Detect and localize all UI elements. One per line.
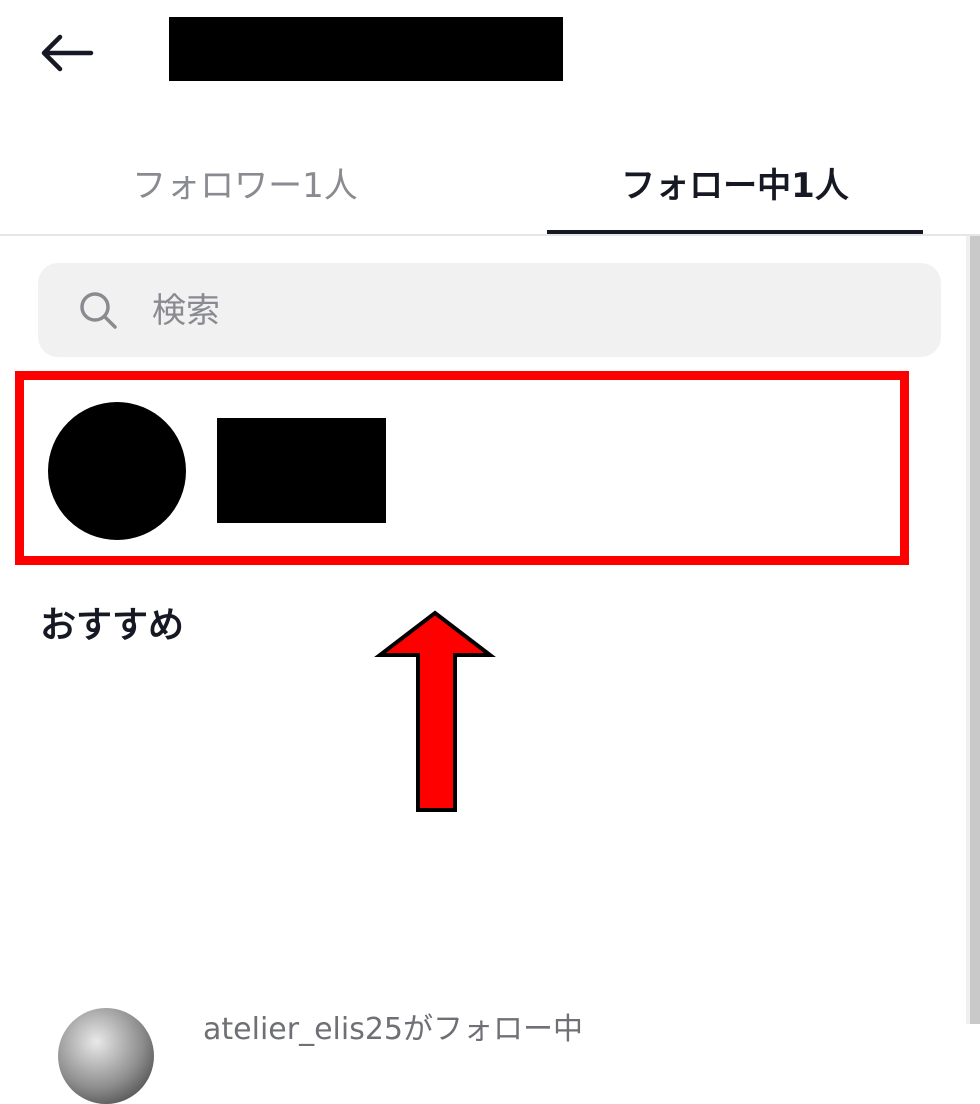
tab-following-label: フォロー中1人 [621,165,849,206]
annotation-highlight-box [15,371,909,565]
tab-bar: フォロワー1人 フォロー中1人 [0,130,980,234]
redacted-username-title [169,17,563,81]
tab-following[interactable]: フォロー中1人 [547,130,923,234]
suggested-account-avatar [58,1008,154,1104]
tab-followers[interactable]: フォロワー1人 [0,130,490,234]
search-icon [80,292,117,329]
search-box[interactable] [38,263,941,357]
tab-followers-label: フォロワー1人 [132,165,358,206]
back-button[interactable] [30,20,102,86]
arrow-left-icon [41,34,94,72]
tabs-divider [0,234,980,236]
suggested-account-subtitle: atelier_elis25がフォロー中 [203,1012,583,1047]
recommended-section-title: おすすめ [40,605,185,646]
search-input[interactable] [150,283,914,339]
scrollbar-thumb[interactable] [970,236,980,1024]
annotation-up-arrow-icon [374,610,496,812]
suggested-account-row[interactable]: atelier_elis25がフォロー中 [0,990,960,1104]
